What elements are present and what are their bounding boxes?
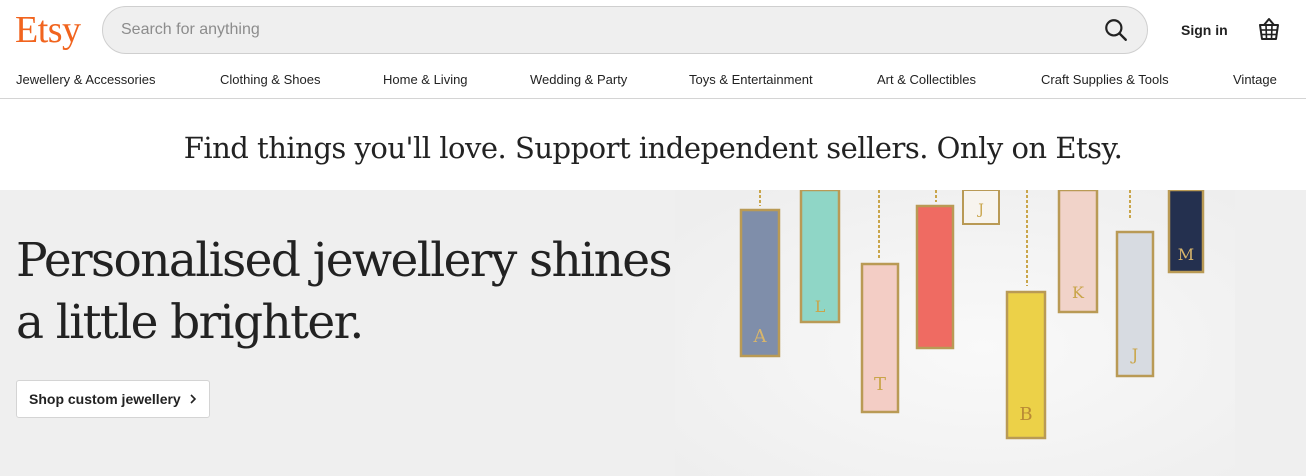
category-jewellery-accessories[interactable]: Jewellery & Accessories xyxy=(16,72,155,88)
pendant-letter-b: B xyxy=(1019,404,1032,425)
chevron-right-icon xyxy=(190,394,196,404)
pendant-b: B xyxy=(1005,290,1047,440)
hero-title-line-1: Personalised jewellery shines xyxy=(16,233,673,288)
hero-title-line-2: a little brighter. xyxy=(16,295,364,350)
pendant-a: A xyxy=(739,208,781,358)
category-home-living[interactable]: Home & Living xyxy=(383,72,468,88)
category-craft-supplies-tools[interactable]: Craft Supplies & Tools xyxy=(1041,72,1169,88)
category-vintage[interactable]: Vintage xyxy=(1233,72,1277,88)
hero-button-label: Shop custom jewellery xyxy=(29,391,181,407)
shop-custom-jewellery-button[interactable]: Shop custom jewellery xyxy=(16,380,210,418)
pendant-letter-l: L xyxy=(815,297,826,316)
pendant-letter-m: M xyxy=(1178,245,1194,264)
pendant-letter-j2: J xyxy=(1130,345,1138,364)
pendant-letter-t: T xyxy=(874,374,886,395)
sign-in-link[interactable]: Sign in xyxy=(1181,22,1228,38)
pendant-m: M xyxy=(1167,190,1205,274)
category-clothing-shoes[interactable]: Clothing & Shoes xyxy=(220,72,320,88)
basket-icon[interactable] xyxy=(1257,16,1281,42)
pendant-white-j: J xyxy=(962,190,1000,225)
pendant-letter-j1: J xyxy=(976,202,984,218)
pendant-letter-a: A xyxy=(753,326,768,347)
pendant-necklaces-image: A L T J B K J M xyxy=(675,190,1235,476)
search-input[interactable] xyxy=(121,7,1081,53)
site-header: Etsy Sign in xyxy=(0,0,1306,60)
hero-banner: Personalised jewellery shines a little b… xyxy=(0,190,1306,476)
search-bar[interactable] xyxy=(102,6,1148,54)
pendant-l: L xyxy=(799,190,841,324)
hero-title: Personalised jewellery shines a little b… xyxy=(16,230,676,354)
tagline: Find things you'll love. Support indepen… xyxy=(183,131,1123,165)
pendant-letter-k: K xyxy=(1072,283,1085,302)
category-nav: Jewellery & Accessories Clothing & Shoes… xyxy=(0,60,1306,99)
category-toys-entertainment[interactable]: Toys & Entertainment xyxy=(689,72,813,88)
pendant-red xyxy=(915,204,955,350)
etsy-logo[interactable]: Etsy xyxy=(15,8,81,52)
search-icon[interactable] xyxy=(1103,17,1129,43)
pendant-speckled-j: J xyxy=(1115,230,1155,378)
pendant-t: T xyxy=(860,262,900,414)
category-wedding-party[interactable]: Wedding & Party xyxy=(530,72,627,88)
pendant-k: K xyxy=(1057,190,1099,314)
category-art-collectibles[interactable]: Art & Collectibles xyxy=(877,72,976,88)
